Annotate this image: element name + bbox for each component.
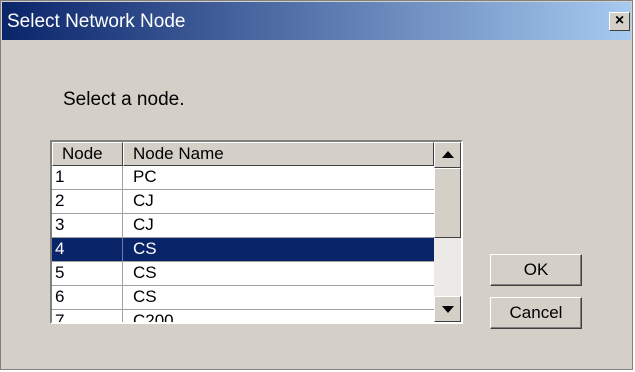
column-header-node[interactable]: Node (52, 142, 123, 166)
node-number: 7 (55, 311, 65, 322)
node-number: 4 (55, 239, 65, 258)
table-row[interactable]: 2 CJ (52, 190, 434, 214)
node-name: CJ (133, 191, 154, 210)
column-header-node-name[interactable]: Node Name (123, 142, 434, 166)
node-name: CJ (133, 215, 154, 234)
list-header: Node Node Name (52, 142, 434, 166)
node-list-content: Node Node Name 1 PC 2 CJ 3 CJ 4 CS 5 CS … (52, 142, 434, 322)
column-divider (122, 238, 123, 261)
column-divider (122, 190, 123, 213)
arrow-up-icon (442, 151, 454, 158)
node-number: 2 (55, 191, 65, 210)
node-list[interactable]: Node Node Name 1 PC 2 CJ 3 CJ 4 CS 5 CS … (50, 140, 463, 324)
table-row-partial[interactable]: 7 C200 (52, 310, 434, 322)
scrollbar-thumb[interactable] (434, 168, 461, 238)
column-divider (122, 310, 123, 322)
node-name: C200 (133, 311, 174, 322)
column-divider (122, 166, 123, 189)
table-row[interactable]: 1 PC (52, 166, 434, 190)
instruction-label: Select a node. (63, 89, 185, 110)
node-number: 6 (55, 287, 65, 306)
column-divider (122, 262, 123, 285)
cancel-button[interactable]: Cancel (490, 297, 582, 329)
arrow-down-icon (442, 306, 454, 313)
close-icon: × (614, 12, 625, 29)
node-name: CS (133, 263, 157, 282)
column-divider (122, 286, 123, 309)
table-row[interactable]: 5 CS (52, 262, 434, 286)
column-divider (122, 214, 123, 237)
node-name: CS (133, 287, 157, 306)
scroll-down-button[interactable] (434, 296, 461, 322)
node-name: CS (133, 239, 157, 258)
table-row[interactable]: 3 CJ (52, 214, 434, 238)
close-button[interactable]: × (609, 12, 630, 31)
ok-button[interactable]: OK (490, 254, 582, 286)
title-bar[interactable]: Select Network Node × (2, 2, 631, 40)
select-network-node-dialog: Select Network Node × Select a node. Nod… (0, 0, 633, 370)
table-row-selected[interactable]: 4 CS (52, 238, 434, 262)
scroll-up-button[interactable] (434, 142, 461, 168)
vertical-scrollbar[interactable] (434, 142, 461, 322)
node-name: PC (133, 167, 157, 186)
table-row[interactable]: 6 CS (52, 286, 434, 310)
node-number: 3 (55, 215, 65, 234)
node-number: 1 (55, 167, 65, 186)
window-title: Select Network Node (7, 11, 186, 32)
node-number: 5 (55, 263, 65, 282)
